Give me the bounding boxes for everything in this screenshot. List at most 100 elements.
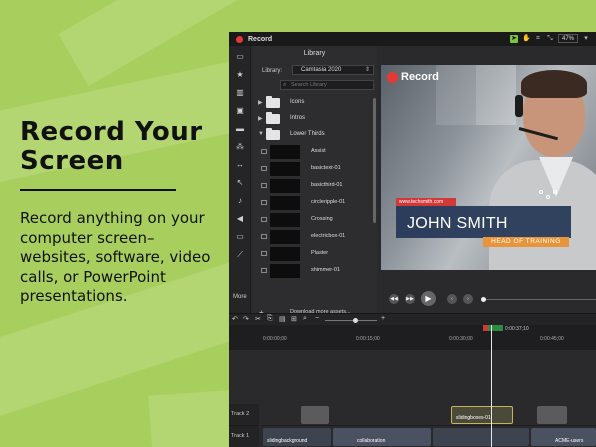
asset-row[interactable]: Assist — [252, 144, 372, 161]
asset-row[interactable]: Crossing — [252, 212, 372, 229]
cursor-effects-icon[interactable]: ↖ — [235, 178, 245, 188]
split-icon[interactable]: ⊞ — [291, 315, 297, 323]
folder-row[interactable]: ▼ Lower Thirds — [252, 128, 372, 142]
headline: Record Your Screen — [20, 118, 220, 176]
asset-type-icon — [261, 183, 267, 188]
clip-label: slidingboxes-01 — [456, 415, 491, 421]
asset-row[interactable]: basictext-01 — [252, 161, 372, 178]
library-icon[interactable]: ▥ — [235, 88, 245, 98]
timeline-clip[interactable]: slidingboxes-01 — [451, 406, 513, 424]
asset-thumbnail — [270, 145, 300, 159]
previous-frame-icon[interactable]: ‹ — [447, 294, 457, 304]
timeline-clip[interactable] — [301, 406, 329, 424]
playhead-in-marker[interactable] — [483, 325, 488, 331]
timeline-clip[interactable]: slidingbackground — [263, 428, 331, 446]
track-2-header[interactable]: Track 2 — [229, 404, 259, 426]
playback-controls: ◀◀ ▶▶ ▶ ‹ › — [379, 290, 596, 310]
timeline-clip[interactable]: ACME-users — [531, 428, 596, 446]
folder-row[interactable]: ▶ Intros — [252, 112, 372, 126]
visual-effects-icon[interactable]: ⟋ — [235, 250, 245, 260]
scrub-knob[interactable] — [481, 297, 486, 302]
playhead-handle[interactable] — [483, 325, 503, 331]
step-back-icon[interactable]: ◀◀ — [389, 294, 399, 304]
timeline-clip[interactable] — [537, 406, 567, 424]
asset-type-icon — [261, 217, 267, 222]
selection-handle[interactable] — [553, 190, 557, 194]
asset-thumbnail — [270, 264, 300, 278]
library-select[interactable]: Camtasia 2020 ⇕ — [292, 65, 374, 75]
selection-handle[interactable] — [546, 195, 550, 199]
paste-icon[interactable]: ▤ — [279, 315, 286, 323]
step-forward-icon[interactable]: ▶▶ — [405, 294, 415, 304]
track-2-lane[interactable]: slidingboxes-01 — [261, 404, 596, 426]
asset-row[interactable]: shimmer-01 — [252, 263, 372, 280]
behaviors-icon[interactable]: ⁂ — [235, 142, 245, 152]
zoom-in-icon[interactable]: ⌕ — [303, 315, 307, 323]
library-panel: Library Library: Camtasia 2020 ⇕ ⌕ Searc… — [252, 46, 377, 318]
hand-tool-icon[interactable]: ✋ — [522, 35, 531, 43]
crop-tool-icon[interactable]: ⌗ — [534, 35, 542, 43]
asset-row[interactable]: circleripple-01 — [252, 195, 372, 212]
selection-handle[interactable] — [539, 190, 543, 194]
asset-type-icon — [261, 149, 267, 154]
caret-right-icon[interactable]: ▶ — [258, 115, 263, 122]
timeline-zoom-knob[interactable] — [353, 318, 358, 323]
media-icon[interactable]: ▭ — [235, 52, 245, 62]
search-placeholder: Search Library — [291, 82, 327, 88]
scrub-track[interactable] — [483, 299, 596, 300]
playhead-line[interactable] — [491, 325, 492, 447]
asset-label: shimmer-01 — [311, 267, 341, 273]
asset-row[interactable]: electricbox-01 — [252, 229, 372, 246]
library-search-input[interactable]: ⌕ Search Library — [280, 80, 374, 90]
more-button[interactable]: More — [233, 294, 247, 300]
play-button[interactable]: ▶ — [421, 291, 436, 306]
cut-icon[interactable]: ✂ — [255, 315, 261, 323]
animations-icon[interactable]: ↔ — [235, 160, 245, 170]
resize-icon[interactable]: ⤡ — [546, 35, 554, 43]
tool-sidebar: ▭ ★ ▥ ▣ ▬ ⁂ ↔ ↖ ♪ ◀ ▭ ⟋ More — [229, 46, 251, 318]
asset-row[interactable]: Plaster — [252, 246, 372, 263]
copy-icon[interactable]: ⎘ — [267, 315, 273, 323]
annotations-icon[interactable]: ▣ — [235, 106, 245, 116]
transitions-icon[interactable]: ▬ — [235, 124, 245, 134]
undo-icon[interactable]: ↶ — [232, 315, 238, 323]
asset-row[interactable]: basicthird-01 — [252, 178, 372, 195]
timeline-ruler[interactable]: 0:00:37;10 0:00:00;00 0:00:15;00 0:00:30… — [229, 325, 596, 350]
clip-label: slidingbackground — [267, 438, 308, 444]
asset-label: Assist — [311, 148, 326, 154]
timeline-clip[interactable]: collaboration — [333, 428, 431, 446]
clip-label: collaboration — [357, 438, 386, 444]
timeline-tracks: slidingboxes-01 slidingbackground collab… — [229, 350, 596, 447]
tick-label: 0:00:30;00 — [449, 336, 473, 342]
record-button-label[interactable]: Record — [248, 36, 272, 43]
library-scrollbar[interactable] — [373, 98, 376, 223]
voice-narration-icon[interactable]: ♪ — [235, 196, 245, 206]
asset-label: electricbox-01 — [311, 233, 346, 239]
folder-icon — [266, 96, 280, 108]
search-icon: ⌕ — [283, 82, 287, 88]
record-dot-icon[interactable] — [236, 35, 243, 43]
chevron-down-icon[interactable]: ▾ — [582, 35, 590, 43]
track-1-header[interactable]: Track 1 — [229, 426, 259, 447]
folder-row[interactable]: ▶ Icons — [252, 96, 372, 110]
track-1-lane[interactable]: slidingbackground collaboration ACME-use… — [261, 426, 596, 447]
timeline-clip[interactable] — [433, 428, 529, 446]
next-frame-icon[interactable]: › — [463, 294, 473, 304]
asset-type-icon — [261, 200, 267, 205]
folder-icon — [266, 128, 280, 140]
arrow-tool-icon[interactable]: ➤ — [509, 34, 518, 43]
video-canvas[interactable]: Record www.techsmith.com JOHN SMITH HEAD… — [381, 65, 596, 270]
folder-label: Icons — [290, 99, 305, 105]
zoom-out-icon[interactable]: − — [315, 315, 319, 322]
audio-effects-icon[interactable]: ◀ — [235, 214, 245, 224]
captions-icon[interactable]: ▭ — [235, 232, 245, 242]
timeline-zoom-slider[interactable] — [325, 320, 377, 321]
headline-divider — [20, 189, 176, 191]
caret-down-icon[interactable]: ▼ — [258, 131, 264, 137]
zoom-select[interactable]: 47% — [557, 34, 578, 43]
redo-icon[interactable]: ↷ — [243, 315, 249, 323]
favorites-icon[interactable]: ★ — [235, 70, 245, 80]
asset-label: circleripple-01 — [311, 199, 346, 205]
zoom-plus-icon[interactable]: + — [381, 315, 385, 322]
caret-right-icon[interactable]: ▶ — [258, 99, 263, 106]
